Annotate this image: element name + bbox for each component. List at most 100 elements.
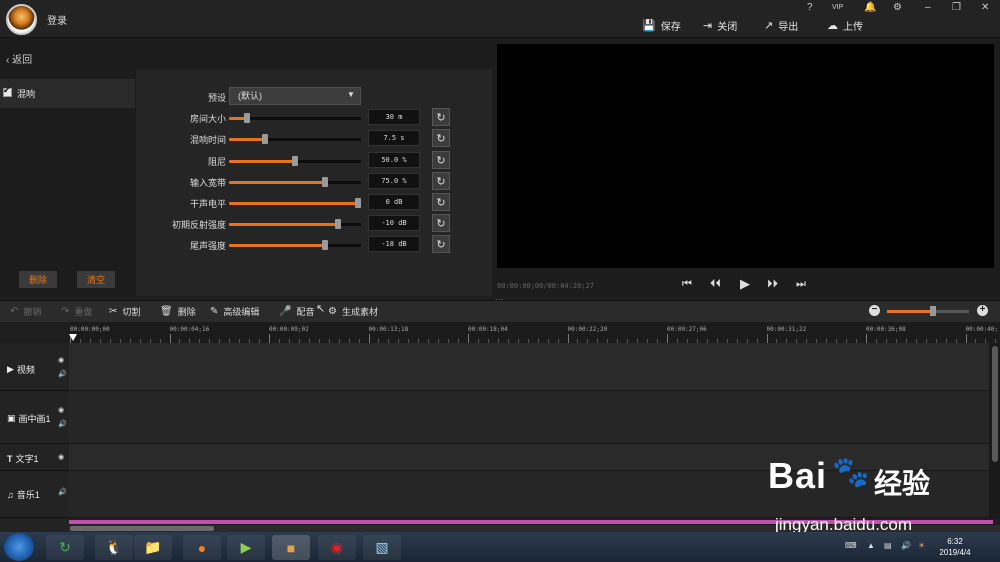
param-slider-fill — [229, 202, 359, 205]
generate-material-button[interactable]: ⚙ 生成素材 — [328, 305, 378, 318]
param-value-field[interactable]: 0 dB — [368, 194, 420, 210]
param-slider[interactable] — [229, 134, 361, 144]
param-slider-thumb[interactable] — [335, 219, 341, 229]
qq-icon[interactable]: 🐧 — [95, 535, 133, 560]
param-slider-thumb[interactable] — [262, 134, 268, 144]
param-slider[interactable] — [229, 219, 361, 229]
undo-button[interactable]: ↶ 撤销 — [10, 305, 41, 318]
reset-icon[interactable]: ↻ — [432, 151, 450, 169]
screen-recorder-icon[interactable]: ◉ — [318, 535, 356, 560]
step-forward-icon[interactable]: ⏵⏵ — [767, 278, 778, 291]
ruler-tick — [766, 334, 768, 343]
param-slider[interactable] — [229, 198, 361, 208]
reset-icon[interactable]: ↻ — [432, 214, 450, 232]
param-value-field[interactable]: 75.0 % — [368, 173, 420, 189]
export-button[interactable]: ↗ 导出 — [764, 18, 798, 33]
ruler-tick — [866, 334, 867, 343]
maximize-icon[interactable]: ❐ — [952, 2, 961, 13]
minimize-icon[interactable]: – — [925, 2, 931, 13]
param-slider-thumb[interactable] — [322, 240, 328, 250]
param-value-field[interactable]: -18 dB — [368, 236, 420, 252]
eye-icon[interactable]: ◉ — [58, 453, 64, 461]
redo-button[interactable]: ↷ 重做 — [61, 305, 92, 318]
advanced-edit-button[interactable]: ✎ 高级编辑 — [210, 305, 259, 318]
film-reel-icon: ⚙ — [328, 306, 337, 317]
taskbar-clock[interactable]: 6:32 2019/4/4 — [935, 536, 975, 558]
play-icon[interactable]: ▶ — [740, 276, 750, 292]
skip-start-icon[interactable]: ⏮ — [682, 278, 692, 291]
param-slider-thumb[interactable] — [355, 198, 361, 208]
reset-icon[interactable]: ↻ — [432, 235, 450, 253]
network-icon[interactable]: ▤ — [884, 541, 892, 550]
track-body-pip[interactable] — [69, 391, 989, 444]
cut-button[interactable]: ✂ 切割 — [109, 305, 140, 318]
param-slider[interactable] — [229, 240, 361, 250]
delete-button[interactable]: 🗑 删除 — [160, 305, 196, 318]
volume-icon[interactable]: 🔊 — [901, 541, 911, 550]
ruler-tick — [965, 334, 967, 343]
start-button[interactable] — [4, 533, 34, 561]
speaker-icon[interactable]: 🔊 — [58, 420, 67, 428]
app-logo[interactable] — [6, 4, 37, 35]
zoom-slider-thumb[interactable] — [930, 306, 936, 316]
skip-end-icon[interactable]: ⏭ — [796, 278, 806, 291]
file-explorer-icon[interactable]: 📁 — [134, 535, 172, 560]
param-value-field[interactable]: -10 dB — [368, 215, 420, 231]
vip-icon[interactable]: VIP — [832, 4, 843, 11]
track-body-video[interactable] — [69, 343, 989, 391]
horizontal-scroll-thumb[interactable] — [70, 526, 214, 531]
dub-button[interactable]: 🎤 配音 — [279, 305, 314, 318]
param-slider-fill — [229, 223, 338, 226]
back-button[interactable]: ‹ 返回 — [6, 51, 32, 66]
login-link[interactable]: 登录 — [47, 12, 67, 27]
zoom-in-icon[interactable]: + — [977, 305, 988, 316]
eye-icon[interactable]: ◉ — [58, 406, 64, 414]
save-button[interactable]: 💾 保存 — [642, 18, 681, 33]
video-editor-icon[interactable]: ■ — [272, 535, 310, 560]
export-icon: ↗ — [764, 19, 774, 32]
vertical-scroll-thumb[interactable] — [992, 346, 998, 462]
preset-select[interactable]: (默认) — [229, 87, 361, 105]
mouse-cursor-icon: ↖ — [316, 303, 326, 315]
param-slider-thumb[interactable] — [322, 177, 328, 187]
ruler-tick — [567, 334, 569, 343]
param-value-field[interactable]: 50.0 % — [368, 152, 420, 168]
keyboard-icon[interactable]: ⌨ — [845, 541, 857, 550]
param-slider[interactable] — [229, 113, 361, 123]
param-slider[interactable] — [229, 156, 361, 166]
zoom-out-icon[interactable]: − — [869, 305, 880, 316]
close-project-button[interactable]: ⇥ 关闭 — [703, 18, 737, 33]
pencil-icon: ✎ — [210, 306, 219, 317]
upload-button[interactable]: ☁ 上传 — [827, 18, 863, 33]
speaker-icon[interactable]: 🔊 — [58, 488, 67, 496]
gear-icon[interactable]: ⚙ — [893, 2, 902, 13]
reset-icon[interactable]: ↻ — [432, 108, 450, 126]
firefox-icon[interactable]: ● — [183, 535, 221, 560]
tray-arrow-icon[interactable]: ▲ — [867, 541, 875, 550]
delete-effect-button[interactable]: 删除 — [19, 271, 57, 288]
bell-icon[interactable]: 🔔 — [864, 2, 876, 13]
watermark-brand-2: 经验 — [874, 468, 931, 499]
help-icon[interactable]: ? — [807, 2, 813, 13]
eye-icon[interactable]: ◉ — [58, 356, 64, 364]
close-icon[interactable]: ✕ — [981, 2, 989, 13]
clear-effects-button[interactable]: 清空 — [77, 271, 115, 288]
reset-icon[interactable]: ↻ — [432, 172, 450, 190]
param-slider[interactable] — [229, 177, 361, 187]
param-slider-thumb[interactable] — [244, 113, 250, 123]
edit-toolbar — [0, 300, 1000, 322]
speaker-icon[interactable]: 🔊 — [58, 370, 67, 378]
effect-item-label: 混响 — [17, 89, 36, 99]
param-value-field[interactable]: 7.5 s — [368, 130, 420, 146]
playhead-marker[interactable] — [69, 334, 77, 341]
save-icon: 💾 — [642, 19, 656, 32]
param-value-field[interactable]: 30 m — [368, 109, 420, 125]
weather-icon[interactable]: ☀ — [918, 541, 925, 550]
param-slider-thumb[interactable] — [292, 156, 298, 166]
reset-icon[interactable]: ↻ — [432, 193, 450, 211]
media-app-icon[interactable]: ▶ — [227, 535, 265, 560]
refresh-app-icon[interactable]: ↻ — [46, 535, 84, 560]
step-back-icon[interactable]: ⏴⏴ — [710, 278, 721, 291]
notes-app-icon[interactable]: ▧ — [363, 535, 401, 560]
reset-icon[interactable]: ↻ — [432, 129, 450, 147]
